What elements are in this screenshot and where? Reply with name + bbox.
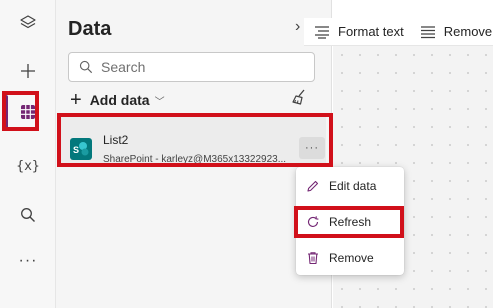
menu-item-edit-data[interactable]: Edit data — [296, 171, 404, 201]
left-rail: {x} ··· — [0, 0, 56, 308]
remove-format-label: Remove — [443, 24, 493, 39]
plus-icon: + — [70, 89, 82, 111]
align-justify-icon — [420, 25, 435, 38]
more-options-button[interactable]: ··· — [299, 137, 325, 159]
tree-view-button[interactable] — [8, 3, 48, 43]
search-rail-button[interactable] — [8, 195, 48, 235]
list-connection: SharePoint - karleyz@M365x13322923... — [103, 154, 287, 165]
pencil-icon — [307, 180, 319, 192]
data-grid-icon — [21, 105, 35, 119]
search-input[interactable] — [101, 59, 301, 75]
variables-icon: {x} — [16, 158, 40, 174]
format-text-icon — [315, 25, 329, 39]
plus-icon — [21, 64, 35, 78]
add-data-button[interactable]: + Add data ﹀ — [70, 89, 165, 111]
list-name: List2 — [103, 133, 129, 147]
sharepoint-icon: S — [70, 138, 92, 160]
search-icon — [21, 208, 35, 222]
more-icon: ··· — [305, 142, 319, 154]
insert-button[interactable] — [8, 51, 48, 91]
context-menu: Edit data Refresh Remove — [296, 167, 404, 275]
svg-text:S: S — [73, 145, 79, 155]
search-icon — [79, 60, 93, 74]
menu-item-label: Remove — [329, 251, 374, 265]
chevron-down-icon: ﹀ — [154, 96, 165, 108]
clear-broom-icon[interactable] — [290, 88, 308, 106]
more-icon: ··· — [18, 252, 38, 269]
data-pane: Data › + Add data ﹀ S List2 SharePoint -… — [56, 0, 332, 308]
collapse-pane-button[interactable]: › — [295, 18, 300, 36]
remove-format-button[interactable]: Remove — [420, 24, 492, 39]
variables-button[interactable]: {x} — [8, 146, 48, 186]
more-rail-button[interactable]: ··· — [8, 241, 48, 281]
refresh-icon — [307, 216, 319, 227]
menu-item-refresh[interactable]: Refresh — [296, 207, 404, 237]
format-toolbar: Format text Remove — [304, 18, 493, 46]
format-text-button[interactable]: Format text — [314, 24, 404, 39]
layers-icon — [20, 15, 36, 29]
menu-item-label: Edit data — [329, 179, 377, 193]
add-data-label: Add data — [89, 92, 150, 108]
trash-icon — [308, 252, 318, 265]
format-text-label: Format text — [338, 24, 404, 39]
data-source-row[interactable]: S List2 SharePoint - karleyz@M365x133229… — [60, 117, 326, 165]
menu-item-label: Refresh — [329, 215, 372, 229]
menu-item-remove[interactable]: Remove — [296, 243, 404, 273]
data-button[interactable] — [8, 92, 48, 132]
search-box[interactable] — [68, 52, 315, 82]
pane-title: Data — [68, 18, 112, 40]
